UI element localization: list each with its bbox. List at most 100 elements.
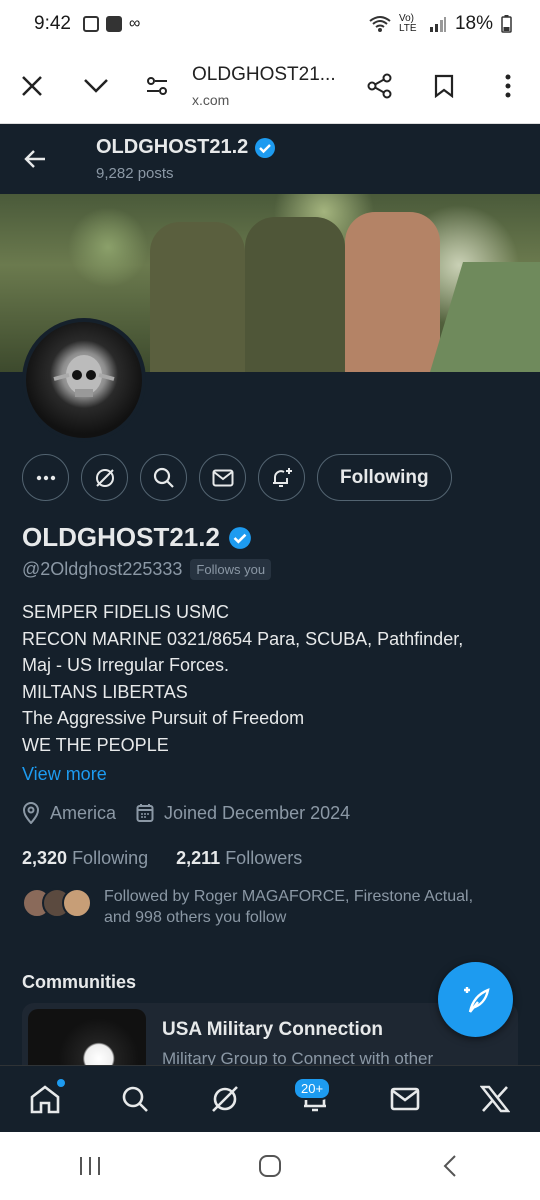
minimize-button[interactable] (64, 54, 128, 118)
more-horizontal-icon (36, 475, 55, 480)
handle: @2Oldghost225333 (22, 559, 183, 579)
status-right-icons: Vo) LTE 18% (369, 13, 512, 35)
tab-x[interactable] (465, 1069, 525, 1129)
bio-line: MILTANS LIBERTAS (22, 681, 188, 702)
compose-feather-icon (463, 986, 490, 1013)
more-menu-button[interactable] (476, 54, 540, 118)
followed-by-line: and 998 others you follow (104, 909, 287, 926)
search-icon (153, 467, 174, 488)
community-title: USA Military Connection (162, 1019, 383, 1040)
bottom-tab-bar: 20+ (0, 1065, 540, 1132)
back-nav-button[interactable] (420, 1146, 480, 1186)
joined-item: Joined December 2024 (136, 803, 350, 824)
followers-label: Followers (225, 848, 303, 868)
verified-badge-icon (229, 526, 251, 549)
following-count-link[interactable]: 2,320 Following (22, 848, 148, 869)
tab-grok[interactable] (195, 1069, 255, 1129)
android-navigation-bar (0, 1132, 540, 1200)
joined-text: Joined December 2024 (164, 802, 351, 823)
chevron-left-icon (443, 1155, 456, 1177)
recent-apps-button[interactable] (60, 1146, 120, 1186)
profile-top-bar: OLDGHOST21.2 9,282 posts (0, 124, 540, 194)
page-domain: x.com (192, 91, 230, 108)
url-display[interactable]: OLDGHOST21... x.com (186, 64, 348, 108)
bio-line: SEMPER FIDELIS USMC (22, 602, 230, 622)
more-options-button[interactable] (22, 454, 69, 501)
tab-notifications[interactable]: 20+ (285, 1069, 345, 1129)
avatar (62, 888, 92, 918)
mail-icon (212, 469, 233, 486)
avatar-skull-emblem (26, 322, 142, 438)
bio-line: Maj - US Irregular Forces. (22, 655, 230, 675)
message-button[interactable] (199, 454, 246, 501)
calendar-icon (136, 804, 154, 822)
site-settings-button[interactable] (128, 54, 186, 118)
battery-percent: 18% (454, 13, 493, 34)
battery-icon (501, 15, 512, 33)
display-name: OLDGHOST21.2 (22, 522, 252, 553)
browser-toolbar: OLDGHOST21... x.com (0, 48, 540, 124)
notify-button[interactable] (258, 454, 305, 501)
search-icon (122, 1086, 148, 1112)
following-button[interactable]: Following (317, 454, 452, 501)
grok-button[interactable] (81, 454, 128, 501)
followed-by[interactable]: Followed by Roger MAGAFORCE, Firestone A… (22, 886, 522, 928)
bio: SEMPER FIDELIS USMC RECON MARINE 0321/86… (22, 599, 522, 758)
bell-plus-icon (272, 467, 292, 487)
followed-by-text: Followed by Roger MAGAFORCE, Firestone A… (104, 886, 473, 928)
bio-line: RECON MARINE 0321/8654 Para, SCUBA, Path… (22, 628, 464, 649)
bookmark-button[interactable] (412, 54, 476, 118)
followed-by-avatars (22, 888, 94, 920)
home-nav-button[interactable] (240, 1146, 300, 1186)
tab-home[interactable] (15, 1069, 75, 1129)
profile-actions: Following (22, 454, 452, 501)
location-item: America (22, 802, 116, 824)
recent-apps-icon (80, 1157, 100, 1175)
followers-count-link[interactable]: 2,211 Followers (176, 848, 302, 869)
handle-row: @2Oldghost225333 Follows you (22, 559, 272, 580)
compose-post-button[interactable] (438, 962, 513, 1037)
profile-top-name-text: OLDGHOST21.2 (96, 136, 249, 158)
location-pin-icon (22, 802, 40, 824)
more-vertical-icon (505, 74, 511, 97)
bookmark-icon (434, 74, 454, 98)
tune-icon (147, 76, 167, 95)
banner-figure-2 (245, 217, 345, 372)
profile-avatar[interactable] (22, 318, 146, 442)
share-icon (367, 73, 392, 98)
location-text: America (50, 802, 117, 823)
home-icon (30, 1085, 60, 1114)
banner-figure-3 (345, 212, 440, 372)
x-logo-icon (480, 1085, 510, 1113)
back-button[interactable] (0, 124, 70, 194)
bio-line: WE THE PEOPLE (22, 734, 169, 755)
arrow-left-icon (24, 150, 45, 168)
search-profile-button[interactable] (140, 454, 187, 501)
share-button[interactable] (348, 54, 412, 118)
close-icon (22, 75, 42, 96)
status-notification-icons: ∞ (82, 15, 140, 33)
communities-heading: Communities (22, 972, 137, 992)
chevron-down-icon (84, 78, 108, 93)
community-thumbnail (28, 1009, 146, 1065)
tab-messages[interactable] (375, 1069, 435, 1129)
banner-figure-1 (150, 222, 245, 372)
profile-top-info: OLDGHOST21.2 9,282 posts (96, 136, 276, 182)
wifi-icon (369, 16, 391, 32)
status-bar: 9:42 ∞ Vo) LTE 18% (0, 0, 540, 48)
volte-label: Vo) LTE (398, 13, 417, 34)
grok-icon (212, 1086, 238, 1112)
mail-icon (390, 1087, 420, 1111)
community-text: USA Military Connection Military Group t… (162, 1003, 433, 1065)
verified-badge-icon (255, 137, 276, 158)
follow-counts: 2,320 Following 2,211 Followers (22, 848, 302, 869)
community-subtitle: Military Group to Connect with other (162, 1049, 434, 1065)
followed-by-line: Followed by Roger MAGAFORCE, Firestone A… (104, 888, 474, 905)
following-label: Following (72, 848, 149, 868)
home-circle-icon (259, 1155, 281, 1177)
notifications-badge: 20+ (293, 1077, 332, 1100)
signal-icon (429, 17, 446, 32)
close-tab-button[interactable] (0, 54, 64, 118)
tab-search[interactable] (105, 1069, 165, 1129)
view-more-link[interactable]: View more (22, 764, 107, 785)
